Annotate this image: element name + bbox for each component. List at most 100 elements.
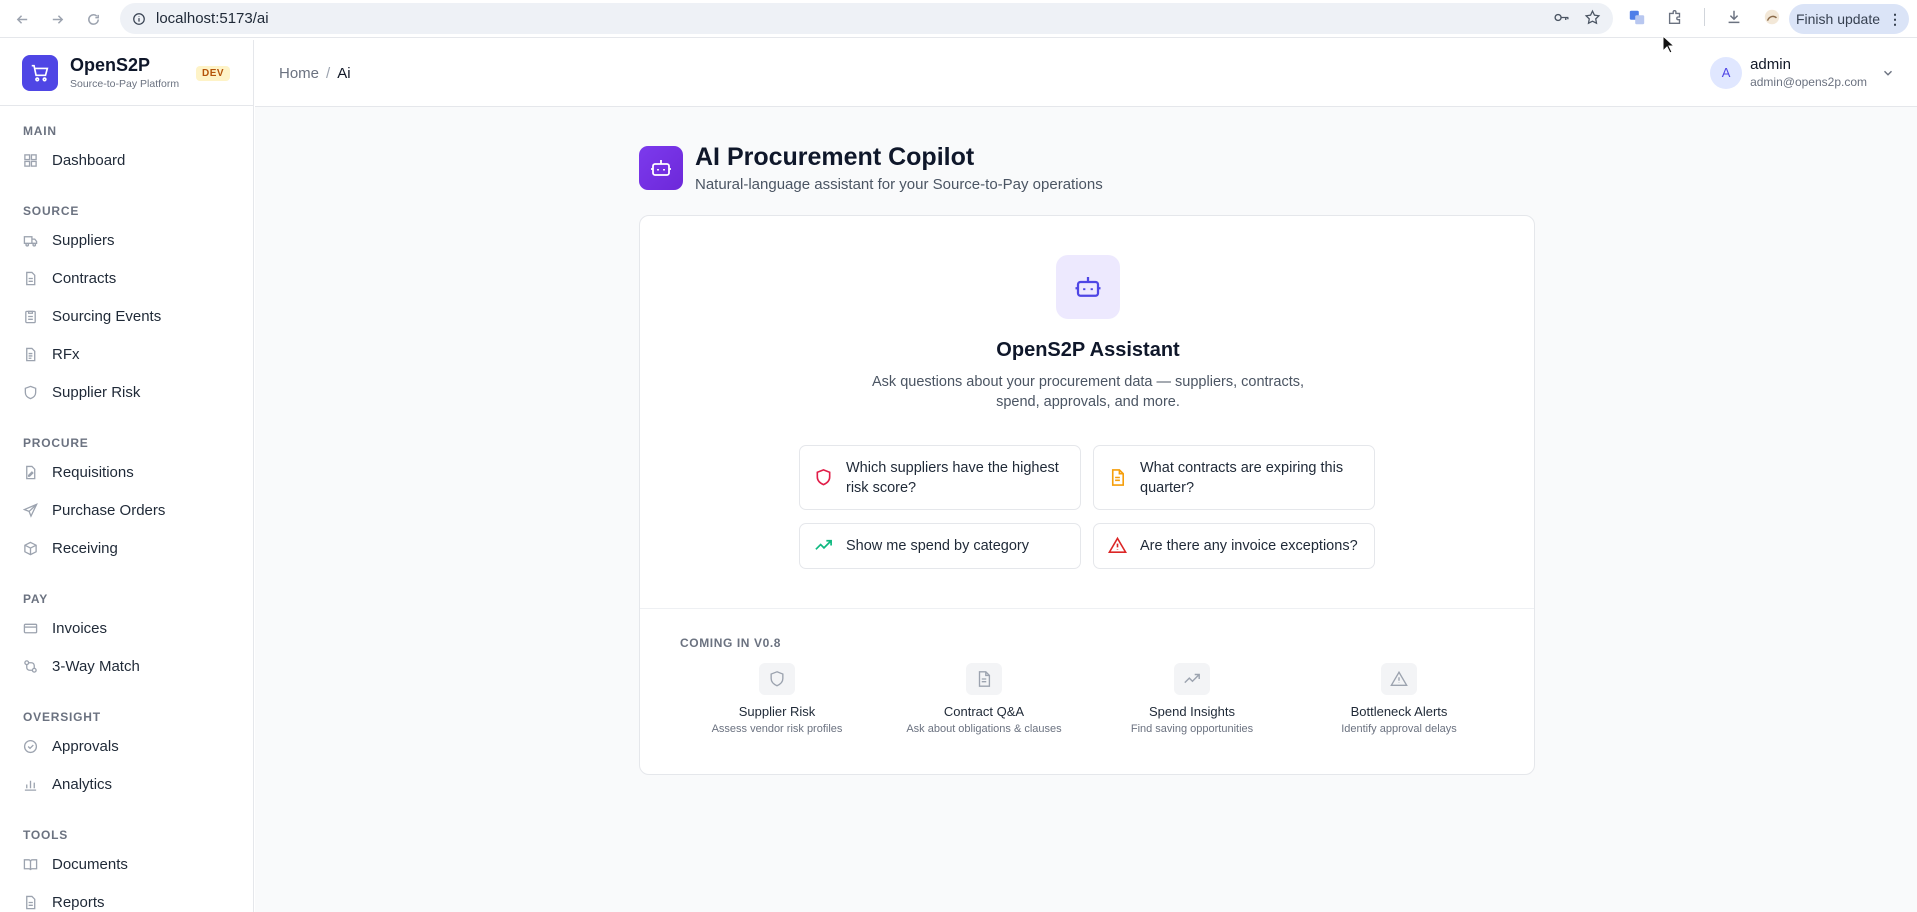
sidebar-item-rfx[interactable]: RFx [23, 346, 80, 363]
sidebar-item-label: 3-Way Match [52, 658, 140, 675]
prompt-suggestion[interactable]: What contracts are expiring this quarter… [1093, 445, 1375, 510]
shield-icon [814, 468, 834, 488]
sidebar-item-dashboard[interactable]: Dashboard [23, 152, 125, 169]
brand-subtitle: Source-to-Pay Platform [70, 78, 180, 90]
feature-item: Contract Q&A Ask about obligations & cla… [884, 663, 1084, 735]
prompt-text: What contracts are expiring this quarter… [1140, 459, 1344, 496]
user-name: admin [1750, 56, 1791, 73]
alert-triangle-icon [1381, 663, 1417, 695]
sidebar-item-requisitions[interactable]: Requisitions [23, 464, 134, 481]
page-header: AI Procurement Copilot Natural-language … [639, 143, 1103, 193]
shield-icon [23, 385, 39, 401]
section-label-procure: PROCURE [23, 436, 89, 450]
sidebar-item-documents[interactable]: Documents [23, 856, 128, 873]
feature-name: Supplier Risk [738, 704, 816, 719]
assistant-title: OpenS2P Assistant [996, 339, 1180, 361]
sidebar-item-invoices[interactable]: Invoices [23, 620, 107, 637]
feature-description: Assess vendor risk profiles [711, 723, 843, 735]
assistant-bot-icon [1056, 255, 1120, 319]
breadcrumb-home[interactable]: Home [279, 65, 319, 82]
sidebar-item-contracts[interactable]: Contracts [23, 270, 116, 287]
assistant-card: OpenS2P Assistant Ask questions about yo… [639, 215, 1535, 775]
prompt-text: Which suppliers have the highest risk sc… [846, 459, 1059, 496]
back-icon[interactable] [11, 8, 33, 30]
trending-up-icon [1174, 663, 1210, 695]
assistant-description: Ask questions about your procurement dat… [872, 374, 1304, 410]
sidebar-item-label: Contracts [52, 270, 117, 287]
sidebar-item-label: Documents [52, 856, 128, 873]
prompt-suggestion[interactable]: Show me spend by category [799, 523, 1081, 569]
git-compare-icon [23, 659, 39, 675]
feature-name: Spend Insights [1148, 704, 1235, 719]
clipboard-icon [23, 309, 39, 325]
sidebar-item-reports[interactable]: Reports [23, 894, 105, 911]
sidebar-item-label: Suppliers [52, 232, 115, 249]
finish-update-button[interactable]: Finish update ⋮ [1789, 4, 1909, 34]
section-label-source: SOURCE [23, 204, 80, 218]
extensions-icon[interactable] [1666, 8, 1684, 26]
reload-icon[interactable] [82, 8, 104, 30]
main-content: AI Procurement Copilot Natural-language … [255, 107, 1917, 912]
sidebar-item-label: RFx [52, 346, 80, 363]
feature-description: Find saving opportunities [1130, 723, 1254, 735]
prompt-text: Show me spend by category [846, 538, 1029, 554]
cart-logo-icon[interactable] [22, 54, 58, 91]
address-bar[interactable]: localhost:5173/ai [120, 3, 1613, 34]
sidebar-item-label: Reports [52, 894, 105, 911]
mouse-cursor-icon [1662, 35, 1676, 54]
bookmark-star-icon[interactable] [1584, 9, 1601, 26]
brand-header: OpenS2P Source-to-Pay Platform DEV [0, 40, 253, 106]
brand-name: OpenS2P [70, 55, 151, 75]
report-icon [23, 895, 39, 911]
coming-soon-label: COMING IN V0.8 [680, 636, 782, 650]
site-info-icon[interactable] [132, 12, 146, 26]
translate-icon[interactable] [1628, 8, 1646, 26]
user-menu[interactable]: A admin admin@opens2p.com [1710, 56, 1895, 89]
package-icon [23, 541, 39, 557]
sidebar-item-label: Receiving [52, 540, 118, 557]
more-vert-icon: ⋮ [1888, 10, 1903, 27]
section-label-tools: TOOLS [23, 828, 69, 842]
prompt-suggestion[interactable]: Which suppliers have the highest risk sc… [799, 445, 1081, 510]
sidebar: OpenS2P Source-to-Pay Platform DEV MAIN … [0, 40, 254, 912]
book-open-icon [23, 857, 39, 873]
sidebar-item-approvals[interactable]: Approvals [23, 738, 119, 755]
sidebar-item-suppliers[interactable]: Suppliers [23, 232, 115, 249]
sidebar-item-receiving[interactable]: Receiving [23, 540, 118, 557]
sidebar-item-sourcing-events[interactable]: Sourcing Events [23, 308, 161, 325]
file-list-icon [23, 347, 39, 363]
download-icon[interactable] [1725, 8, 1743, 26]
document-icon [966, 663, 1002, 695]
bot-icon [639, 146, 683, 190]
prompt-text: Are there any invoice exceptions? [1140, 538, 1358, 554]
breadcrumb: Home / Ai [279, 65, 351, 82]
page-subtitle: Natural-language assistant for your Sour… [695, 176, 1103, 193]
check-circle-icon [23, 739, 39, 755]
sidebar-item-label: Purchase Orders [52, 502, 166, 519]
forward-icon[interactable] [46, 8, 68, 30]
profile-icon[interactable] [1763, 8, 1781, 26]
prompt-suggestion[interactable]: Are there any invoice exceptions? [1093, 523, 1375, 569]
sidebar-item-purchase-orders[interactable]: Purchase Orders [23, 502, 165, 519]
sidebar-item-analytics[interactable]: Analytics [23, 776, 112, 793]
url-text[interactable]: localhost:5173/ai [156, 10, 269, 27]
file-edit-icon [23, 465, 39, 481]
sidebar-item-label: Supplier Risk [52, 384, 141, 401]
feature-name: Contract Q&A [943, 704, 1025, 719]
feature-name: Bottleneck Alerts [1350, 704, 1448, 719]
chevron-down-icon[interactable] [1881, 66, 1895, 80]
credit-card-icon [23, 621, 39, 637]
sidebar-item-supplier-risk[interactable]: Supplier Risk [23, 384, 140, 401]
feature-item: Bottleneck Alerts Identify approval dela… [1299, 663, 1499, 735]
avatar[interactable]: A [1710, 56, 1743, 89]
user-email: admin@opens2p.com [1750, 75, 1867, 89]
feature-item: Supplier Risk Assess vendor risk profile… [677, 663, 877, 735]
env-badge: DEV [196, 66, 231, 81]
sidebar-item-label: Requisitions [52, 464, 134, 481]
bar-chart-icon [23, 777, 39, 793]
shield-icon [759, 663, 795, 695]
section-label-oversight: OVERSIGHT [23, 710, 101, 724]
feature-description: Ask about obligations & clauses [906, 723, 1062, 735]
sidebar-item-3-way-match[interactable]: 3-Way Match [23, 658, 140, 675]
key-icon[interactable] [1553, 9, 1570, 26]
